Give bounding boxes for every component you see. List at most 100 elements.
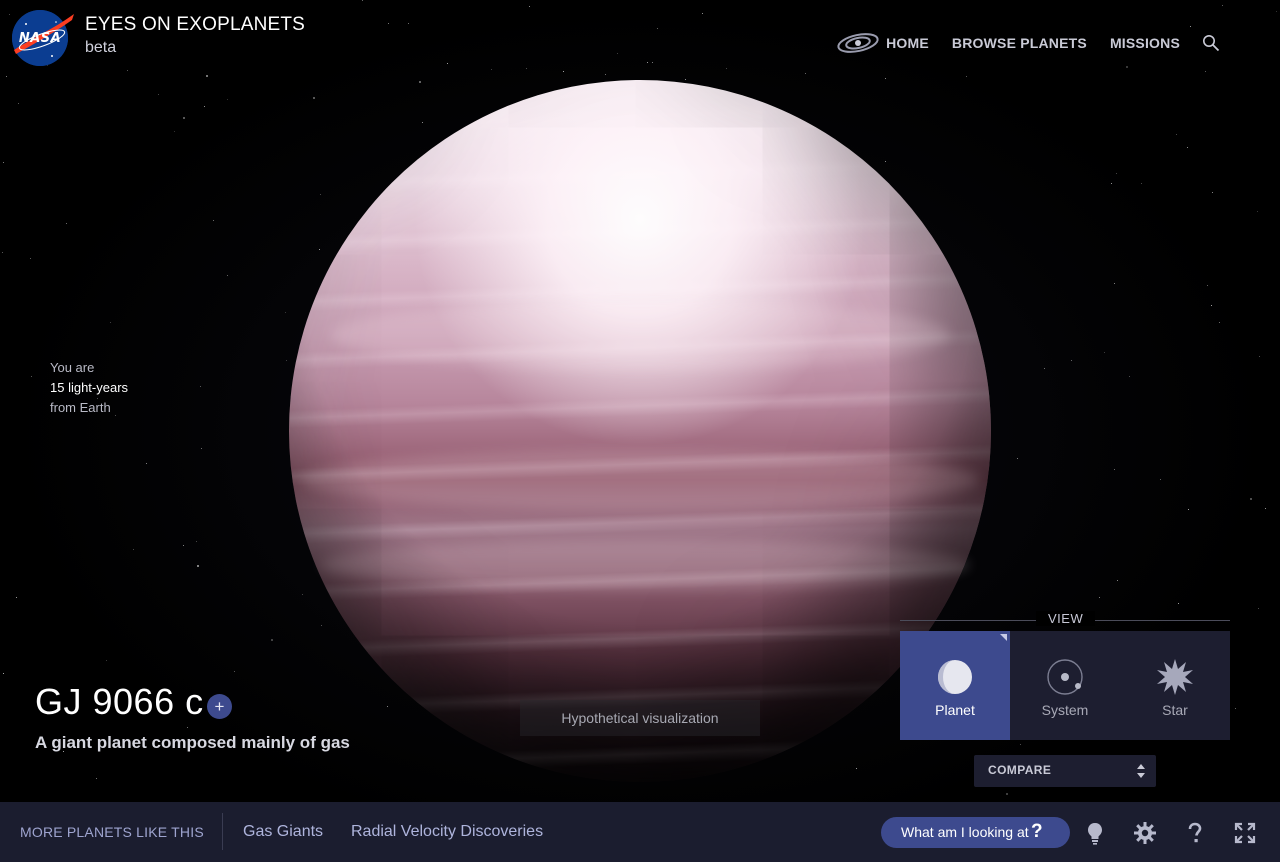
add-planet-button[interactable]: + [207, 694, 232, 719]
background-star [6, 76, 7, 77]
background-star [1116, 173, 1117, 174]
background-star [1114, 283, 1115, 284]
background-star [657, 28, 658, 29]
fullscreen-icon[interactable] [1233, 821, 1257, 845]
distance-value: 15 light-years [50, 380, 129, 395]
background-star [206, 75, 208, 77]
nav-browse-planets[interactable]: BROWSE PLANETS [952, 35, 1087, 51]
background-star [1207, 285, 1208, 286]
star-icon [1157, 659, 1193, 695]
background-star [302, 594, 303, 595]
background-star [685, 79, 686, 80]
background-star [204, 106, 205, 107]
background-star [1187, 147, 1188, 148]
nav-home[interactable]: HOME [886, 35, 929, 51]
background-star [227, 99, 228, 100]
background-star [422, 122, 423, 123]
background-star [1176, 134, 1177, 135]
link-radial-velocity-discoveries[interactable]: Radial Velocity Discoveries [351, 823, 543, 841]
background-star [617, 53, 618, 54]
planet-name: GJ 9066 c [35, 681, 204, 722]
background-star [1104, 352, 1105, 353]
distance-line-1: You are [50, 360, 95, 375]
background-star [447, 63, 448, 64]
background-star [227, 275, 228, 276]
background-star [30, 258, 31, 259]
planet-shadow [289, 80, 991, 782]
background-star [1276, 11, 1277, 12]
background-star [1017, 458, 1018, 459]
background-star [146, 463, 147, 464]
background-star [1265, 508, 1266, 509]
background-star [271, 639, 273, 641]
background-star [183, 117, 185, 119]
background-star [3, 162, 4, 163]
background-star [529, 6, 530, 7]
compare-label: COMPARE [988, 763, 1052, 777]
background-star [526, 68, 527, 69]
view-option-label: Planet [935, 702, 975, 718]
bottom-bar: MORE PLANETS LIKE THIS Gas Giants Radial… [0, 802, 1280, 862]
background-star [31, 376, 32, 377]
view-option-system[interactable]: System [1010, 631, 1120, 740]
what-am-i-looking-at-button[interactable]: What am I looking at ? [881, 817, 1070, 848]
what-button-label: What am I looking at [901, 824, 1029, 840]
search-icon[interactable] [1202, 34, 1220, 52]
background-star [313, 97, 315, 99]
background-star [605, 74, 606, 75]
background-star [234, 671, 235, 672]
app-title[interactable]: EYES ON EXOPLANETS [85, 14, 305, 36]
active-corner-marker [1000, 634, 1007, 641]
background-star [1222, 5, 1223, 6]
help-icon[interactable] [1183, 821, 1207, 845]
background-star [1117, 580, 1118, 581]
background-star [362, 0, 363, 1]
background-star [1141, 183, 1142, 184]
background-star [885, 78, 886, 79]
link-gas-giants[interactable]: Gas Giants [243, 823, 323, 841]
distance-readout: You are 15 light-years from Earth [50, 358, 128, 418]
background-star [1126, 66, 1128, 68]
background-star [1257, 211, 1258, 212]
select-arrows-icon [1137, 764, 1145, 778]
background-star [174, 131, 175, 132]
background-star [1190, 26, 1191, 27]
background-star [96, 778, 97, 779]
background-star [387, 706, 388, 707]
bar-divider [222, 813, 223, 850]
background-star [158, 94, 159, 95]
background-star [652, 62, 653, 63]
background-star [388, 23, 389, 24]
nav-missions[interactable]: MISSIONS [1110, 35, 1180, 51]
background-star [133, 549, 134, 550]
background-star [1188, 509, 1189, 510]
background-star [3, 673, 4, 674]
lightbulb-icon[interactable] [1083, 821, 1107, 845]
background-star [1160, 479, 1161, 480]
app-subtitle: beta [85, 39, 117, 56]
question-mark-icon: ? [1031, 821, 1043, 842]
background-star [200, 386, 201, 387]
more-planets-label: MORE PLANETS LIKE THIS [20, 824, 204, 840]
view-option-planet[interactable]: Planet [900, 631, 1010, 740]
background-star [885, 161, 886, 162]
view-selector: Planet System Star [900, 631, 1230, 740]
background-star [285, 312, 286, 313]
background-star [805, 73, 806, 74]
background-star [18, 103, 19, 104]
nasa-logo[interactable]: NASA [12, 10, 74, 66]
background-star [127, 70, 128, 71]
gear-icon[interactable] [1133, 821, 1157, 845]
background-star [201, 448, 202, 449]
compare-select[interactable]: COMPARE [974, 755, 1156, 787]
background-star [563, 71, 564, 72]
view-option-star[interactable]: Star [1120, 631, 1230, 740]
background-star [1071, 360, 1072, 361]
background-star [213, 220, 214, 221]
background-star [856, 768, 857, 769]
background-star [1178, 603, 1179, 604]
background-star [187, 727, 188, 728]
background-star [1259, 356, 1260, 357]
top-nav: HOME BROWSE PLANETS MISSIONS [836, 31, 1220, 55]
galaxy-icon[interactable] [836, 31, 880, 55]
